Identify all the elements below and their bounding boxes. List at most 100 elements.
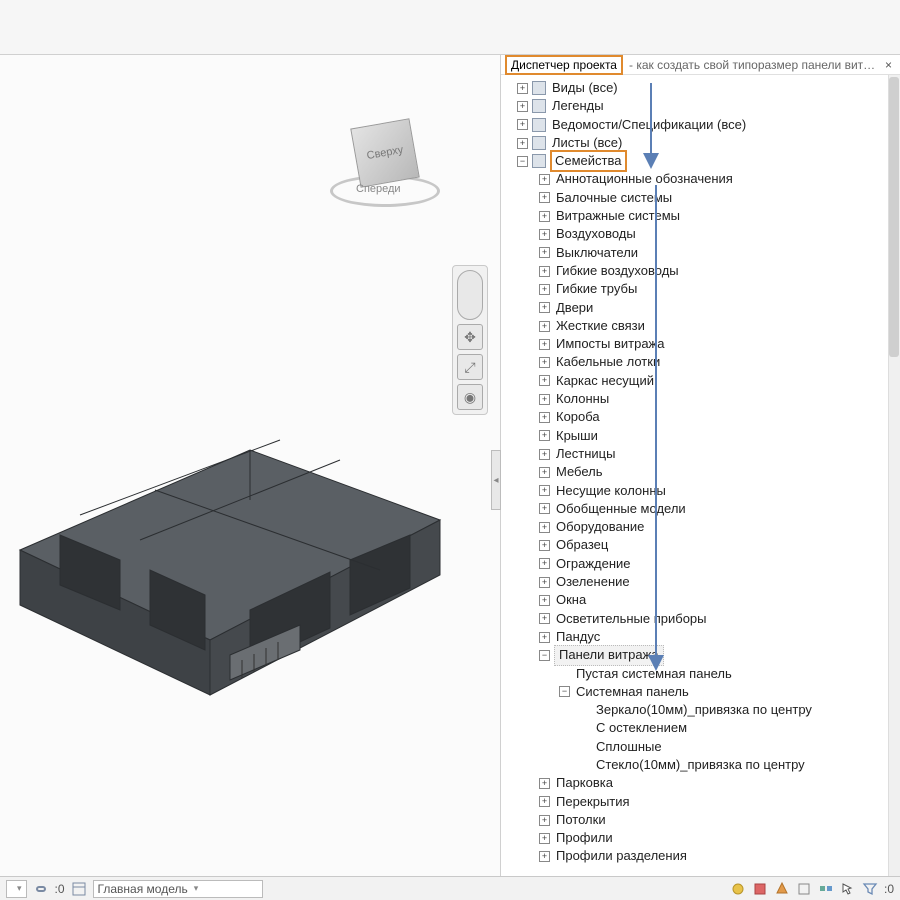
expand-icon[interactable]: + bbox=[539, 778, 550, 789]
view-cube[interactable]: Сверху Спереди bbox=[330, 105, 440, 215]
tree-node[interactable]: +Балочные системы bbox=[503, 189, 898, 207]
status-icon-2[interactable] bbox=[752, 881, 768, 897]
expand-icon[interactable] bbox=[559, 668, 570, 679]
expand-icon[interactable]: + bbox=[539, 266, 550, 277]
expand-icon[interactable]: + bbox=[539, 375, 550, 386]
tree-node[interactable]: +Витражные системы bbox=[503, 207, 898, 225]
expand-icon[interactable]: + bbox=[539, 613, 550, 624]
expand-icon[interactable]: + bbox=[539, 284, 550, 295]
expand-icon[interactable]: + bbox=[517, 101, 528, 112]
link-icon[interactable] bbox=[33, 881, 49, 897]
expand-icon[interactable]: + bbox=[539, 174, 550, 185]
scale-dropdown[interactable]: ▾ bbox=[6, 880, 27, 898]
expand-icon[interactable]: + bbox=[539, 192, 550, 203]
tree-node-curtain-panels[interactable]: − Панели витража bbox=[503, 646, 898, 664]
expand-icon[interactable]: + bbox=[517, 138, 528, 149]
tree-node[interactable]: +Образец bbox=[503, 536, 898, 554]
expand-icon[interactable]: + bbox=[539, 449, 550, 460]
scrollbar-vertical[interactable] bbox=[888, 75, 900, 876]
tree-node[interactable]: +Воздуховоды bbox=[503, 225, 898, 243]
expand-icon[interactable] bbox=[579, 723, 590, 734]
collapse-icon[interactable]: − bbox=[517, 156, 528, 167]
select-icon[interactable] bbox=[840, 881, 856, 897]
tree-node[interactable]: +Гибкие трубы bbox=[503, 280, 898, 298]
tree-node-families[interactable]: − Семейства bbox=[503, 152, 898, 170]
tree-node[interactable]: +Осветительные приборы bbox=[503, 610, 898, 628]
expand-icon[interactable]: + bbox=[539, 577, 550, 588]
tree-node[interactable]: +Легенды bbox=[503, 97, 898, 115]
tree-node[interactable]: +Ведомости/Спецификации (все) bbox=[503, 116, 898, 134]
expand-icon[interactable]: + bbox=[517, 83, 528, 94]
view-cube-face[interactable]: Сверху bbox=[350, 118, 420, 188]
tree-node[interactable]: +Пандус bbox=[503, 628, 898, 646]
tree-node[interactable]: +Кабельные лотки bbox=[503, 353, 898, 371]
tree-node[interactable]: +Озеленение bbox=[503, 573, 898, 591]
tree-node[interactable]: +Крыши bbox=[503, 427, 898, 445]
expand-icon[interactable]: + bbox=[539, 247, 550, 258]
expand-icon[interactable]: + bbox=[539, 412, 550, 423]
expand-icon[interactable]: + bbox=[539, 851, 550, 862]
expand-icon[interactable]: + bbox=[539, 796, 550, 807]
expand-icon[interactable]: + bbox=[539, 302, 550, 313]
close-icon[interactable]: × bbox=[881, 58, 896, 72]
project-browser-tree[interactable]: +Виды (все)+Легенды+Ведомости/Спецификац… bbox=[501, 75, 900, 876]
expand-icon[interactable]: + bbox=[539, 485, 550, 496]
expand-icon[interactable]: + bbox=[539, 815, 550, 826]
expand-icon[interactable] bbox=[579, 705, 590, 716]
expand-icon[interactable]: + bbox=[539, 321, 550, 332]
tree-node[interactable]: +Виды (все) bbox=[503, 79, 898, 97]
expand-icon[interactable]: + bbox=[539, 357, 550, 368]
tree-node[interactable]: +Жесткие связи bbox=[503, 317, 898, 335]
tree-node[interactable]: +Каркас несущий bbox=[503, 372, 898, 390]
tree-node[interactable]: +Колонны bbox=[503, 390, 898, 408]
tree-node[interactable]: +Короба bbox=[503, 408, 898, 426]
tree-node[interactable]: +Выключатели bbox=[503, 244, 898, 262]
building-model[interactable] bbox=[0, 360, 470, 700]
collapse-icon[interactable]: − bbox=[539, 650, 550, 661]
expand-icon[interactable]: + bbox=[539, 430, 550, 441]
tree-node[interactable]: Пустая системная панель bbox=[503, 665, 898, 683]
pan-icon[interactable]: ✥ bbox=[457, 324, 483, 350]
collapse-icon[interactable]: − bbox=[559, 686, 570, 697]
tree-node[interactable]: +Парковка bbox=[503, 774, 898, 792]
expand-icon[interactable]: + bbox=[539, 833, 550, 844]
tree-node[interactable]: +Несущие колонны bbox=[503, 482, 898, 500]
expand-icon[interactable]: + bbox=[539, 339, 550, 350]
expand-icon[interactable]: + bbox=[539, 595, 550, 606]
tree-node[interactable]: +Окна bbox=[503, 591, 898, 609]
expand-icon[interactable]: + bbox=[517, 119, 528, 130]
status-icon-5[interactable] bbox=[818, 881, 834, 897]
expand-icon[interactable]: + bbox=[539, 632, 550, 643]
tree-node[interactable]: +Двери bbox=[503, 299, 898, 317]
tree-node[interactable]: +Оборудование bbox=[503, 518, 898, 536]
tree-node[interactable]: +Мебель bbox=[503, 463, 898, 481]
tree-node[interactable]: +Обобщенные модели bbox=[503, 500, 898, 518]
tree-node[interactable]: +Аннотационные обозначения bbox=[503, 170, 898, 188]
tree-node[interactable]: Стекло(10мм)_привязка по центру bbox=[503, 756, 898, 774]
viewport-3d[interactable]: Сверху Спереди ✥ ⤢ ◉ bbox=[0, 55, 500, 876]
expand-icon[interactable] bbox=[579, 760, 590, 771]
status-icon-1[interactable] bbox=[730, 881, 746, 897]
expand-icon[interactable] bbox=[579, 741, 590, 752]
tree-node[interactable]: +Потолки bbox=[503, 811, 898, 829]
tree-node[interactable]: +Ограждение bbox=[503, 555, 898, 573]
tree-node[interactable]: Сплошные bbox=[503, 738, 898, 756]
status-icon-3[interactable] bbox=[774, 881, 790, 897]
tree-node[interactable]: +Импосты витража bbox=[503, 335, 898, 353]
tree-node[interactable]: С остеклением bbox=[503, 719, 898, 737]
tree-node[interactable]: +Лестницы bbox=[503, 445, 898, 463]
scrollbar-thumb[interactable] bbox=[889, 77, 899, 357]
status-icon-4[interactable] bbox=[796, 881, 812, 897]
tree-node[interactable]: +Перекрытия bbox=[503, 793, 898, 811]
steering-wheel-icon[interactable] bbox=[457, 270, 483, 320]
expand-icon[interactable]: + bbox=[539, 503, 550, 514]
tree-node[interactable]: +Гибкие воздуховоды bbox=[503, 262, 898, 280]
tree-node[interactable]: Зеркало(10мм)_привязка по центру bbox=[503, 701, 898, 719]
expand-icon[interactable]: + bbox=[539, 211, 550, 222]
filter-icon[interactable] bbox=[862, 881, 878, 897]
expand-icon[interactable]: + bbox=[539, 394, 550, 405]
main-model-dropdown[interactable]: Главная модель ▾ bbox=[93, 880, 263, 898]
expand-icon[interactable]: + bbox=[539, 540, 550, 551]
expand-icon[interactable]: + bbox=[539, 558, 550, 569]
tree-node[interactable]: +Профили разделения bbox=[503, 847, 898, 865]
